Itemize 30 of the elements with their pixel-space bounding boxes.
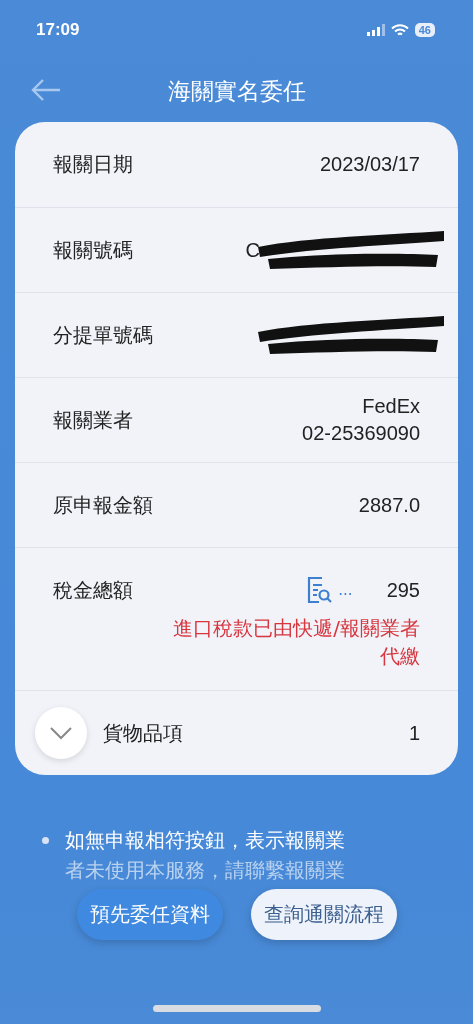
- note-text: 者未使用本服務，請聯繫報關業: [64, 856, 345, 884]
- field-label: 報關號碼: [53, 236, 133, 264]
- field-label: 貨物品項: [103, 719, 183, 747]
- battery-level: 46: [414, 23, 435, 37]
- field-value: 295: [386, 578, 420, 602]
- field-value: 02-25369090: [302, 422, 420, 445]
- action-button[interactable]: 查詢通關流程: [250, 889, 397, 940]
- field-value: C: [245, 238, 260, 262]
- field-label: 稅金總額: [53, 576, 133, 604]
- field-value: 2887.0: [358, 493, 420, 517]
- document-search-icon[interactable]: [306, 576, 333, 604]
- note-text: 如無申報相符按鈕，表示報關業: [64, 826, 345, 854]
- more-link[interactable]: ...: [338, 581, 353, 599]
- field-value: 1: [408, 721, 420, 745]
- field-label: 報關日期: [53, 151, 133, 178]
- field-label: 分提單號碼: [53, 321, 153, 349]
- field-value: FedEx: [362, 395, 420, 418]
- field-label: 報關業者: [53, 406, 133, 434]
- tax-note: 進口稅款已由快遞/報關業者代繳: [172, 615, 420, 670]
- status-time: 17:09: [36, 20, 80, 40]
- wifi-icon: [390, 23, 409, 37]
- chevron-icon: [49, 726, 73, 740]
- field-value: 2023/03/17: [319, 153, 420, 176]
- page-title: 海關實名委任: [167, 76, 306, 106]
- field-label: 原申報金額: [53, 491, 153, 519]
- expand-button[interactable]: [35, 707, 87, 759]
- signal-icon: [366, 24, 385, 36]
- action-button[interactable]: 預先委任資料: [76, 889, 223, 940]
- back-arrow-icon[interactable]: [30, 78, 62, 102]
- bullet-icon: [41, 836, 49, 844]
